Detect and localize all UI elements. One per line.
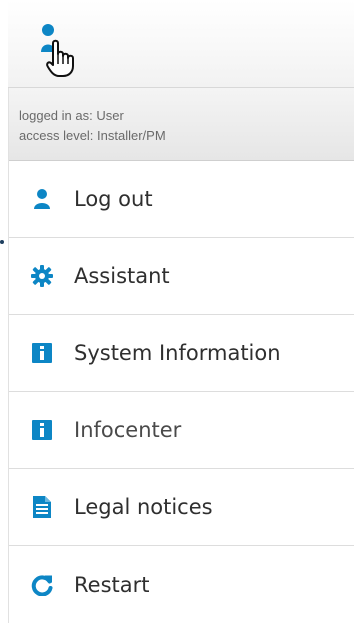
menu-item-label: Log out: [74, 187, 153, 211]
user-menu-button[interactable]: [36, 22, 88, 82]
refresh-icon: [30, 573, 54, 597]
user-icon: [30, 187, 54, 211]
menu-item-label: Infocenter: [74, 418, 182, 442]
menu-item-infocenter[interactable]: Infocenter: [9, 392, 354, 469]
edge-marker: [0, 240, 4, 244]
info-icon: [30, 418, 54, 442]
access-level-text: access level: Installer/PM: [19, 128, 166, 143]
gear-icon: [30, 264, 54, 288]
hand-cursor-icon: [44, 36, 78, 78]
user-menu-list: Log out Assistant System Information Inf…: [9, 161, 354, 623]
info-icon: [30, 341, 54, 365]
menu-item-label: Legal notices: [74, 495, 213, 519]
top-header-bar: [8, 0, 354, 88]
menu-item-legal-notices[interactable]: Legal notices: [9, 469, 354, 546]
menu-item-label: Assistant: [74, 264, 170, 288]
menu-item-log-out[interactable]: Log out: [9, 161, 354, 238]
menu-item-assistant[interactable]: Assistant: [9, 238, 354, 315]
menu-item-label: Restart: [74, 572, 150, 597]
session-info-panel: logged in as: User access level: Install…: [9, 88, 354, 161]
menu-item-system-information[interactable]: System Information: [9, 315, 354, 392]
user-dropdown-menu: logged in as: User access level: Install…: [8, 88, 354, 623]
document-icon: [30, 495, 54, 519]
user-menu-page: logged in as: User access level: Install…: [0, 0, 354, 623]
logged-in-text: logged in as: User: [19, 108, 124, 123]
menu-item-restart[interactable]: Restart: [9, 546, 354, 623]
menu-item-label: System Information: [74, 341, 281, 365]
